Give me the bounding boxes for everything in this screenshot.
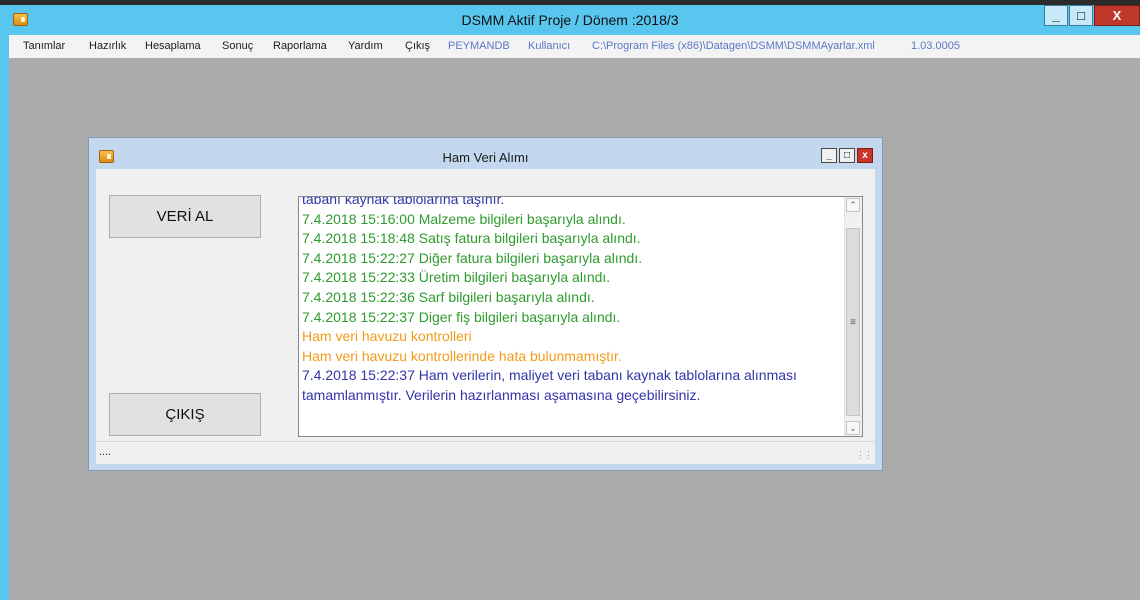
status-text: .... <box>99 446 112 458</box>
log-textbox[interactable]: tabanı kaynak tablolarına taşınır. 7.4.20… <box>298 196 863 437</box>
window-controls: _ □ X <box>1044 5 1140 26</box>
child-window-title: Ham Veri Alımı <box>442 150 529 165</box>
log-line: 7.4.2018 15:16:00 Malzeme bilgileri başa… <box>302 210 626 227</box>
child-client-area: VERİ AL ÇIKIŞ tabanı kaynak tablolarına … <box>96 169 875 464</box>
minimize-button[interactable]: _ <box>1044 5 1068 26</box>
menu-settings-path: C:\Program Files (x86)\Datagen\DSMM\DSMM… <box>592 40 875 52</box>
menu-sonuc[interactable]: Sonuç <box>222 40 253 52</box>
menu-hazirlik[interactable]: Hazırlık <box>89 40 126 52</box>
scroll-down-arrow-icon[interactable]: ⌄ <box>846 421 860 435</box>
window-left-border <box>0 35 9 600</box>
menu-database-name: PEYMANDB <box>448 40 510 52</box>
log-line: 7.4.2018 15:22:27 Diğer fatura bilgileri… <box>302 249 643 266</box>
menu-bar: Tanımlar Hazırlık Hesaplama Sonuç Raporl… <box>9 35 1140 59</box>
log-line: Ham veri havuzu kontrollerinde hata bulu… <box>302 347 622 364</box>
log-line: Ham veri havuzu kontrolleri <box>302 328 472 345</box>
log-scrollbar[interactable]: ⌃ ≡ ⌄ <box>844 197 862 436</box>
log-line: tamamlanmıştır. Verilerin hazırlanması a… <box>302 386 701 403</box>
exit-button[interactable]: ÇIKIŞ <box>109 393 261 436</box>
close-button[interactable]: X <box>1094 5 1140 26</box>
maximize-button[interactable]: □ <box>1069 5 1093 26</box>
menu-hesaplama[interactable]: Hesaplama <box>145 40 201 52</box>
child-titlebar[interactable]: Ham Veri Alımı _ □ x <box>89 138 882 168</box>
main-titlebar[interactable]: DSMM Aktif Proje / Dönem :2018/3 _ □ X <box>0 5 1140 35</box>
size-grip-icon[interactable]: ⋮⋮ <box>856 450 873 461</box>
child-close-button[interactable]: x <box>857 148 873 163</box>
menu-yardim[interactable]: Yardım <box>348 40 383 52</box>
ham-veri-alimi-window: Ham Veri Alımı _ □ x VERİ AL ÇIKIŞ taban… <box>88 137 883 471</box>
log-line: 7.4.2018 15:22:37 Ham verilerin, maliyet… <box>302 367 797 384</box>
log-line: tabanı kaynak tablolarına taşınır. <box>302 196 505 207</box>
child-window-controls: _ □ x <box>819 148 873 163</box>
scroll-up-arrow-icon[interactable]: ⌃ <box>846 198 860 212</box>
log-line: 7.4.2018 15:22:33 Üretim bilgileri başar… <box>302 269 611 286</box>
get-data-button[interactable]: VERİ AL <box>109 195 261 238</box>
window-title: DSMM Aktif Proje / Dönem :2018/3 <box>461 12 679 28</box>
status-bar: .... ⋮⋮ <box>96 441 875 464</box>
menu-tanimlar[interactable]: Tanımlar <box>23 40 65 52</box>
log-line: 7.4.2018 15:22:36 Sarf bilgileri başarıy… <box>302 288 595 305</box>
log-lines: tabanı kaynak tablolarına taşınır. 7.4.20… <box>302 196 842 406</box>
log-line: 7.4.2018 15:18:48 Satış fatura bilgileri… <box>302 230 641 247</box>
menu-cikis[interactable]: Çıkış <box>405 40 430 52</box>
menu-raporlama[interactable]: Raporlama <box>273 40 327 52</box>
menu-version: 1.03.0005 <box>911 40 960 52</box>
menu-user: Kullanıcı <box>528 40 571 52</box>
log-line: 7.4.2018 15:22:37 Diger fiş bilgileri ba… <box>302 308 621 325</box>
child-minimize-button[interactable]: _ <box>821 148 837 163</box>
scrollbar-thumb[interactable]: ≡ <box>846 228 860 416</box>
child-maximize-button[interactable]: □ <box>839 148 855 163</box>
